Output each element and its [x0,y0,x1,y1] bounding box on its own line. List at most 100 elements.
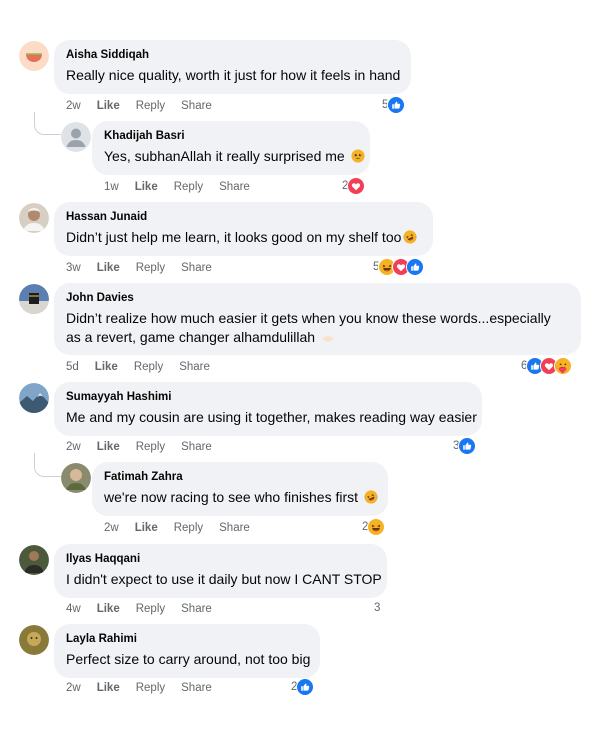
comment-bubble: Ilyas Haqqani I didn't expect to use it … [54,544,387,598]
reply-button[interactable]: Reply [134,361,163,373]
like-button[interactable]: Like [97,441,120,453]
comment-text: I didn't expect to use it daily but now … [66,571,382,587]
share-button[interactable]: Share [181,262,212,274]
reaction-summary[interactable]: 5 [373,258,425,276]
comment-bubble: Fatimah Zahra we're now racing to see wh… [92,462,388,516]
comment-reply: Khadijah Basri Yes, subhanAllah it reall… [0,121,600,199]
palms-up-together-icon [321,330,335,344]
comment-reply: Fatimah Zahra we're now racing to see wh… [0,462,600,540]
comment-timestamp[interactable]: 2w [66,100,81,112]
like-button[interactable]: Like [97,603,120,615]
care-icon [554,357,573,375]
share-button[interactable]: Share [181,603,212,615]
comment-author[interactable]: John Davies [66,291,569,306]
comment-text-content: Didn’t realize how much easier it gets w… [66,310,551,345]
reply-button[interactable]: Reply [174,522,203,534]
reply-button[interactable]: Reply [136,682,165,694]
reaction-summary[interactable]: 2 [291,678,315,696]
reaction-summary[interactable]: 3 [453,437,477,455]
reaction-summary[interactable]: 2 [342,177,366,195]
comment-author[interactable]: Layla Rahimi [66,632,308,647]
reaction-summary[interactable]: 2 [362,518,386,536]
avatar[interactable] [19,383,49,413]
reply-button[interactable]: Reply [174,181,203,193]
reaction-summary[interactable]: 6 [521,357,573,375]
share-button[interactable]: Share [219,522,250,534]
comment-actions: 5d Like Reply Share [66,359,226,375]
comment-actions: 3w Like Reply Share [66,260,228,276]
comment-author[interactable]: Sumayyah Hashimi [66,390,470,405]
reaction-count: 3 [374,602,381,614]
like-icon [387,96,406,114]
comment-bubble: Sumayyah Hashimi Me and my cousin are us… [54,382,482,436]
like-icon [458,437,477,455]
like-button[interactable]: Like [95,361,118,373]
avatar[interactable] [19,203,49,233]
comment-timestamp[interactable]: 5d [66,361,79,373]
comment-actions: 2w Like Reply Share [104,520,266,536]
love-icon [347,177,366,195]
comment: Layla Rahimi Perfect size to carry aroun… [0,624,600,702]
share-button[interactable]: Share [181,100,212,112]
avatar[interactable] [19,41,49,71]
comment-text: Perfect size to carry around, not too bi… [66,651,311,667]
comment-author[interactable]: Fatimah Zahra [104,470,376,485]
comment-timestamp[interactable]: 2w [66,682,81,694]
reaction-summary[interactable]: 5 [382,96,406,114]
comment-author[interactable]: Aisha Siddiqah [66,48,399,63]
comment-actions: 2w Like Reply Share [66,98,228,114]
reply-button[interactable]: Reply [136,100,165,112]
comment: Sumayyah Hashimi Me and my cousin are us… [0,382,600,460]
like-button[interactable]: Like [97,682,120,694]
haha-icon [367,518,386,536]
comment-timestamp[interactable]: 3w [66,262,81,274]
like-button[interactable]: Like [135,181,158,193]
comment-timestamp[interactable]: 2w [66,441,81,453]
avatar[interactable] [19,545,49,575]
face-holding-back-tears-icon [351,149,365,163]
comment-text-content: Yes, subhanAllah it really surprised me [104,148,345,164]
comment-author[interactable]: Ilyas Haqqani [66,552,375,567]
comment: Aisha Siddiqah Really nice quality, wort… [0,40,600,118]
reply-button[interactable]: Reply [136,262,165,274]
comment-bubble: Khadijah Basri Yes, subhanAllah it reall… [92,121,370,175]
reply-button[interactable]: Reply [136,603,165,615]
comment-author[interactable]: Khadijah Basri [104,129,358,144]
comment-bubble: Aisha Siddiqah Really nice quality, wort… [54,40,411,94]
reply-button[interactable]: Reply [136,441,165,453]
share-button[interactable]: Share [181,441,212,453]
share-button[interactable]: Share [219,181,250,193]
comment-text: Really nice quality, worth it just for h… [66,67,401,83]
comment-actions: 1w Like Reply Share [104,179,266,195]
comment-text: Me and my cousin are using it together, … [66,409,477,425]
avatar[interactable] [19,284,49,314]
comment-timestamp[interactable]: 2w [104,522,119,534]
comment-text: we're now racing to see who finishes fir… [104,488,376,507]
like-icon [406,258,425,276]
share-button[interactable]: Share [181,682,212,694]
share-button[interactable]: Share [179,361,210,373]
avatar[interactable] [61,463,91,493]
avatar[interactable] [19,625,49,655]
comment-text-content: Didn’t just help me learn, it looks good… [66,229,402,245]
comment-actions: 4w Like Reply Share [66,601,228,617]
like-button[interactable]: Like [97,262,120,274]
comment-actions: 2w Like Reply Share [66,439,228,455]
comment-actions: 2w Like Reply Share [66,680,228,696]
comment-text-content: we're now racing to see who finishes fir… [104,489,359,505]
comment-bubble: Layla Rahimi Perfect size to carry aroun… [54,624,320,678]
rolling-laughing-icon [364,490,378,504]
comment-text: Yes, subhanAllah it really surprised me [104,147,358,166]
reaction-summary[interactable]: 3 [374,599,383,617]
like-icon [296,678,315,696]
comment-bubble: John Davies Didn’t realize how much easi… [54,283,581,355]
like-button[interactable]: Like [97,100,120,112]
comment-bubble: Hassan Junaid Didn’t just help me learn,… [54,202,433,256]
comment-text: Didn’t realize how much easier it gets w… [66,309,569,347]
comment: John Davies Didn’t realize how much easi… [0,283,600,381]
comment-author[interactable]: Hassan Junaid [66,210,421,225]
like-button[interactable]: Like [135,522,158,534]
comment-timestamp[interactable]: 1w [104,181,119,193]
avatar[interactable] [61,122,91,152]
comment-timestamp[interactable]: 4w [66,603,81,615]
